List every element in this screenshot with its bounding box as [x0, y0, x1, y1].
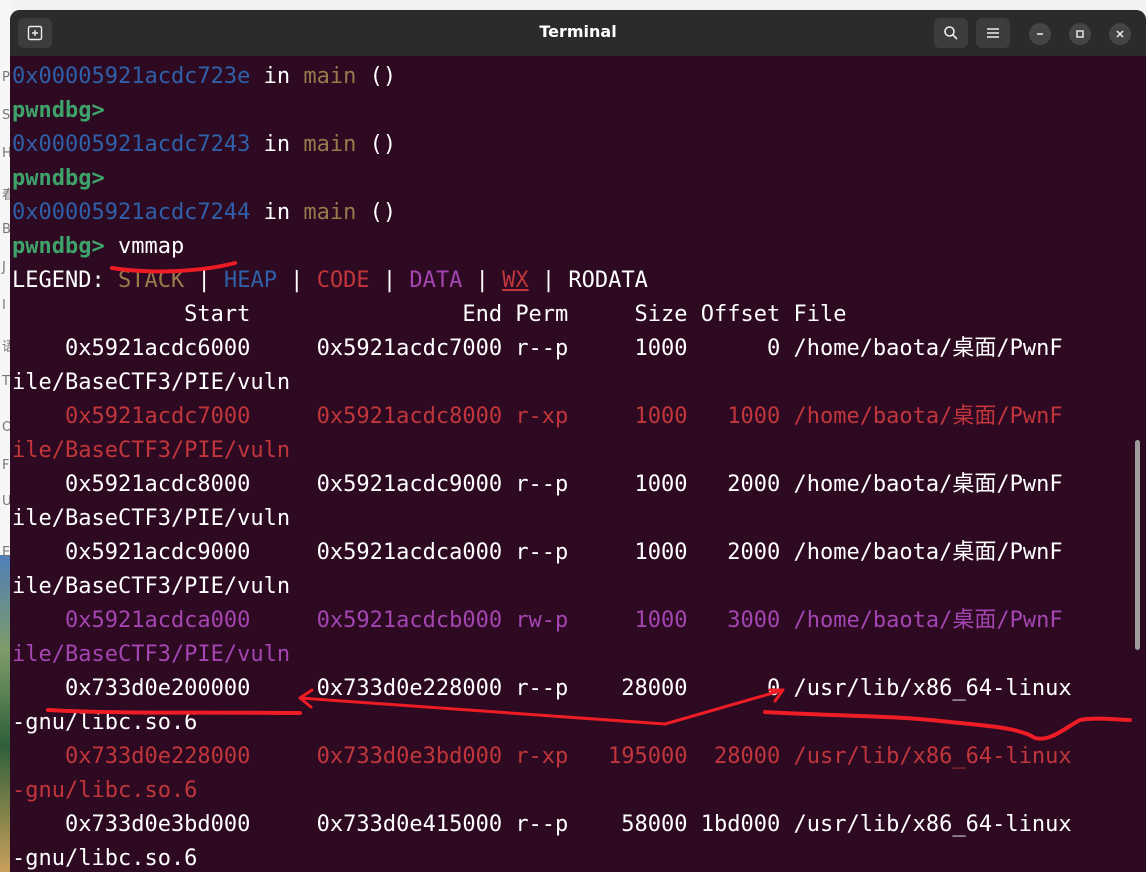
background-char: J	[2, 260, 6, 275]
arrow-left	[298, 688, 667, 726]
background-char: F	[2, 458, 10, 473]
underline-libc-start	[46, 708, 302, 715]
background-char: I	[2, 298, 6, 313]
underline-vmmap	[110, 261, 237, 274]
terminal-window: Terminal 0x00005921acdc723e in main () pw…	[10, 10, 1146, 872]
red-annotation-marks	[46, 261, 1132, 741]
arrow-right	[663, 688, 785, 726]
background-char: P	[2, 70, 10, 85]
background-char: E	[2, 545, 11, 560]
underline-libc-file	[763, 710, 1132, 741]
background-char: T	[2, 374, 10, 389]
